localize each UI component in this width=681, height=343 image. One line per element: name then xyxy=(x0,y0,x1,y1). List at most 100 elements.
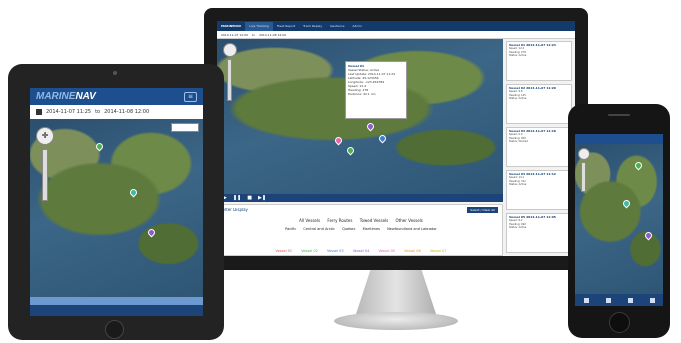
tablet-camera xyxy=(113,71,117,75)
legend-vessel-6[interactable]: Vessel 06 xyxy=(404,249,421,253)
vessel-card[interactable]: Vessel 03 2014-11-07 11:18 Speed: 0.0 He… xyxy=(506,127,572,167)
phone-home-button[interactable] xyxy=(609,312,630,333)
phone-vessel-marker-purple[interactable] xyxy=(643,230,654,241)
nav-tab-5[interactable]: Admin xyxy=(348,22,366,31)
tablet-home-button[interactable] xyxy=(105,320,124,339)
legend-vessel-5[interactable]: Vessel 05 xyxy=(378,249,395,253)
date-to-field[interactable]: 2014-11-08 12:00 xyxy=(259,33,286,37)
filter-all-vessels[interactable]: All Vessels xyxy=(299,218,320,223)
legend-vessel-4[interactable]: Vessel 04 xyxy=(353,249,370,253)
select-clear-all-button[interactable]: Select / Clear All xyxy=(467,207,498,213)
tablet-map-pan-control[interactable]: ✛ xyxy=(36,127,54,145)
filter-region-maritimes[interactable]: Maritimes xyxy=(363,227,380,231)
menu-icon[interactable]: ≡ xyxy=(184,92,197,102)
monitor-screen: MARINENAV Live Tracking Fleet Report Tra… xyxy=(217,21,575,256)
date-range-bar: 2014-11-07 12:00 to 2014-11-08 12:00 xyxy=(217,31,575,39)
vessel-marker-purple[interactable] xyxy=(365,121,376,132)
tablet-screen: MARINENAV ≡ 2014-11-07 11:25 to 2014-11-… xyxy=(30,88,203,316)
phone-screen xyxy=(575,134,663,306)
zoom-slider[interactable] xyxy=(227,59,232,101)
vessel-legend: Vessel 01 Vessel 02 Vessel 03 Vessel 04 … xyxy=(218,237,504,256)
phone-nav-icon[interactable] xyxy=(605,297,611,303)
phone-nav-icon[interactable] xyxy=(649,297,655,303)
vessel-card-row: Status: Active xyxy=(509,183,527,186)
map-pan-control[interactable] xyxy=(223,43,237,57)
phone-vessel-marker-green[interactable] xyxy=(633,160,644,171)
tablet-vessel-marker-teal[interactable] xyxy=(128,187,139,198)
vessel-marker-green[interactable] xyxy=(345,145,356,156)
phone-vessel-marker-teal[interactable] xyxy=(621,198,632,209)
vessel-side-panel: Vessel 01 2014-11-07 11:24 Speed: 12.4 H… xyxy=(506,41,572,256)
map-view[interactable]: Vessel 01 Vessel Status: Active Last Upd… xyxy=(217,39,503,194)
filter-ferry-routes[interactable]: Ferry Routes xyxy=(327,218,352,223)
legend-vessel-7[interactable]: Vessel 07 xyxy=(430,249,447,253)
phone-nav-icon[interactable] xyxy=(627,297,633,303)
nav-tab-1[interactable]: Live Tracking xyxy=(245,21,273,31)
filter-towed-vessels[interactable]: Towed Vessels xyxy=(360,218,388,223)
filter-region-quebec[interactable]: Quebec xyxy=(342,227,355,231)
filter-region-pacific[interactable]: Pacific xyxy=(285,227,296,231)
monitor-stand-base xyxy=(334,312,458,330)
filter-row-1: All Vessels Ferry Routes Towed Vessels O… xyxy=(218,218,504,223)
popup-row: Distance: 42.1 nm xyxy=(348,92,376,96)
pause-icon[interactable]: ❚❚ xyxy=(233,195,241,201)
phone-speaker xyxy=(608,114,630,116)
vessel-card-row: Status: Docked xyxy=(509,140,528,143)
nav-tab-0[interactable]: MARINENAV xyxy=(217,22,245,31)
monitor-stand-neck xyxy=(356,270,436,314)
logo-nav: NAV xyxy=(75,91,96,102)
tablet-vessel-marker-green[interactable] xyxy=(94,141,105,152)
phone-map-pan-control[interactable] xyxy=(578,148,590,160)
tablet-header: MARINENAV ≡ xyxy=(30,88,203,105)
tablet-date-from[interactable]: 2014-11-07 11:25 xyxy=(46,109,91,115)
legend-vessel-3[interactable]: Vessel 03 xyxy=(327,249,344,253)
filter-row-2: Pacific Central and Arctic Quebec Mariti… xyxy=(218,227,504,231)
playback-bar[interactable]: ▶ ❚❚ ■ ▶❚ xyxy=(217,194,503,202)
vessel-card[interactable]: Vessel 05 2014-11-07 11:05 Speed: 6.2 He… xyxy=(506,213,572,253)
tablet-vessel-marker-purple[interactable] xyxy=(146,227,157,238)
vessel-card-row: Status: Active xyxy=(509,97,527,100)
phone xyxy=(568,104,670,338)
filter-panel: Filter Display Select / Clear All All Ve… xyxy=(217,204,503,256)
calendar-icon[interactable] xyxy=(36,108,42,115)
vessel-marker-pink[interactable] xyxy=(333,135,344,146)
nav-tab-4[interactable]: Geofence xyxy=(326,22,348,31)
app-nav-bar: MARINENAV Live Tracking Fleet Report Tra… xyxy=(217,21,575,31)
filter-other-vessels[interactable]: Other Vessels xyxy=(396,218,423,223)
tablet: MARINENAV ≡ 2014-11-07 11:25 to 2014-11-… xyxy=(8,64,224,340)
tablet-map-type-control[interactable] xyxy=(171,123,199,132)
phone-nav-icon[interactable] xyxy=(583,297,589,303)
vessel-card[interactable]: Vessel 04 2014-11-07 11:12 Speed: 14.1 H… xyxy=(506,170,572,210)
legend-vessel-1[interactable]: Vessel 01 xyxy=(276,249,293,253)
monitor: MARINENAV Live Tracking Fleet Report Tra… xyxy=(204,8,588,270)
logo-marine: MARINE xyxy=(36,91,76,102)
tablet-map-view[interactable]: ✛ xyxy=(30,119,203,297)
phone-header xyxy=(575,134,663,144)
vessel-card[interactable]: Vessel 02 2014-11-07 11:20 Speed: 9.8 He… xyxy=(506,84,572,124)
phone-zoom-slider[interactable] xyxy=(581,162,586,192)
filter-region-central-arctic[interactable]: Central and Arctic xyxy=(303,227,335,231)
nav-tab-3[interactable]: Track Replay xyxy=(299,22,326,31)
filter-title: Filter Display xyxy=(222,208,248,212)
tablet-zoom-slider[interactable] xyxy=(42,149,48,201)
phone-toolbar xyxy=(575,294,663,306)
tablet-date-to-label: to xyxy=(95,108,101,115)
vessel-card-row: Status: Active xyxy=(509,54,527,57)
vessel-card[interactable]: Vessel 01 2014-11-07 11:24 Speed: 12.4 H… xyxy=(506,41,572,81)
vessel-card-row: Status: Active xyxy=(509,226,527,229)
step-forward-icon[interactable]: ▶❚ xyxy=(258,195,266,201)
tablet-date-to[interactable]: 2014-11-08 12:00 xyxy=(104,109,149,115)
vessel-info-popup: Vessel 01 Vessel Status: Active Last Upd… xyxy=(345,61,407,119)
date-from-field[interactable]: 2014-11-07 12:00 xyxy=(221,33,248,37)
phone-map-view[interactable] xyxy=(575,144,663,294)
nav-tab-2[interactable]: Fleet Report xyxy=(273,22,299,31)
stop-icon[interactable]: ■ xyxy=(247,195,252,201)
tablet-footer-bar xyxy=(30,305,203,316)
tablet-date-bar: 2014-11-07 11:25 to 2014-11-08 12:00 xyxy=(30,105,203,118)
tablet-timeline-bar[interactable] xyxy=(30,297,203,305)
date-to-label: to xyxy=(252,32,256,37)
legend-vessel-2[interactable]: Vessel 02 xyxy=(301,249,318,253)
marinenav-logo: MARINENAV xyxy=(36,91,96,102)
vessel-marker-blue[interactable] xyxy=(377,133,388,144)
filter-region-newfoundland[interactable]: Newfoundland and Labrador xyxy=(387,227,437,231)
